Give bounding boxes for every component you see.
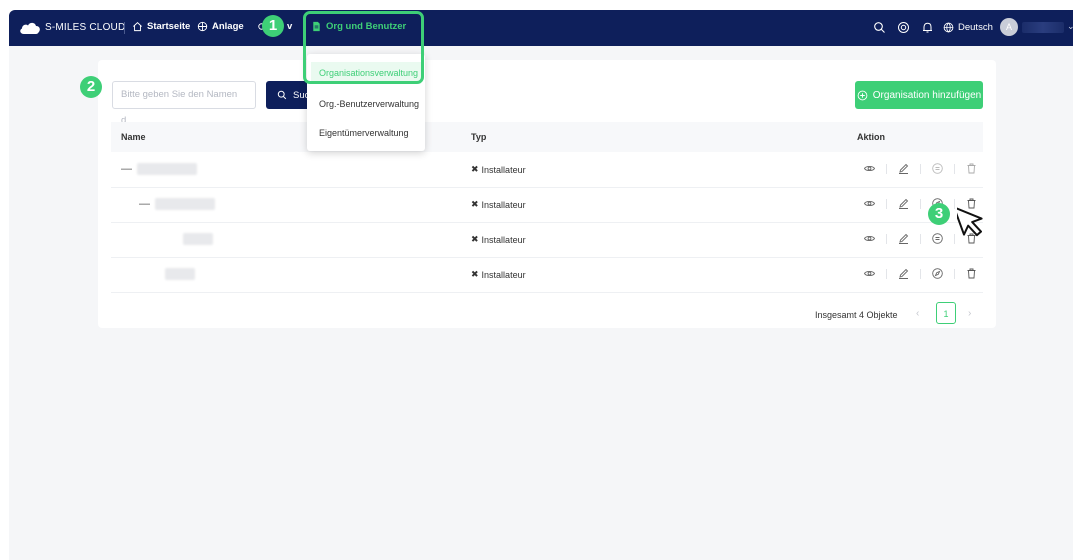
language-selector[interactable]: Deutsch (943, 22, 993, 33)
brand-divider (124, 22, 125, 34)
type-cell: ✖ Installateur (471, 269, 526, 280)
edit-icon[interactable] (897, 162, 910, 175)
view-icon[interactable] (863, 162, 876, 175)
page-1-button[interactable]: 1 (936, 302, 956, 324)
type-cell: ✖ Installateur (471, 199, 526, 210)
action-divider (920, 233, 921, 244)
nav-label: Anlage (212, 21, 244, 32)
column-header-typ: Typ (471, 132, 487, 142)
type-label: Installateur (481, 199, 526, 210)
bell-icon[interactable] (921, 21, 934, 34)
edit-icon[interactable] (897, 232, 910, 245)
table-row: — ✖ Installateur (111, 187, 983, 223)
organisation-panel: Bitte geben Sie den Namen d... Suc Organ… (98, 60, 996, 328)
action-divider (886, 198, 887, 209)
action-divider (954, 233, 955, 244)
type-cell: ✖ Installateur (471, 164, 526, 175)
action-divider (954, 268, 955, 279)
delete-icon[interactable] (965, 267, 978, 280)
search-input[interactable]: Bitte geben Sie den Namen d... (112, 81, 256, 126)
action-divider (954, 198, 955, 209)
organisation-name-redacted (155, 198, 215, 210)
brand-name: S-MILES CLOUD (45, 22, 126, 33)
chevron-right-icon[interactable]: › (968, 308, 971, 319)
organisation-name-redacted (165, 268, 195, 280)
menu-item-eigentuemerverwaltung[interactable]: Eigentümerverwaltung (311, 122, 421, 144)
view-icon[interactable] (863, 267, 876, 280)
column-header-name: Name (121, 132, 146, 142)
delete-icon[interactable] (965, 162, 978, 175)
plus-circle-icon (857, 90, 868, 100)
action-divider (920, 198, 921, 209)
row-actions (863, 267, 978, 280)
pagination-total: Insgesamt 4 Objekte (815, 310, 898, 320)
tools-icon: ✖ (471, 199, 479, 209)
tools-icon: ✖ (471, 234, 479, 244)
nav-anlage[interactable]: Anlage (197, 21, 244, 32)
action-divider (886, 233, 887, 244)
organisation-name-redacted (137, 163, 197, 175)
action-divider (954, 163, 955, 174)
app-window: S-MILES CLOUD Startseite Anlage v Org un… (9, 10, 1073, 560)
search-icon[interactable] (873, 21, 886, 34)
username-redacted[interactable] (1022, 22, 1064, 33)
edit-icon[interactable] (897, 197, 910, 210)
column-header-aktion: Aktion (857, 132, 885, 142)
collapse-toggle[interactable]: — (139, 198, 150, 210)
type-label: Installateur (481, 234, 526, 245)
tools-icon: ✖ (471, 269, 479, 279)
globe-icon (197, 21, 208, 32)
type-cell: ✖ Installateur (471, 234, 526, 245)
type-label: Installateur (481, 269, 526, 280)
nav-label: v (287, 21, 293, 32)
row-actions (863, 162, 978, 175)
organisation-name-redacted (183, 233, 213, 245)
view-icon[interactable] (863, 232, 876, 245)
action-divider (886, 268, 887, 279)
collapse-toggle[interactable]: — (121, 163, 132, 175)
callout-badge-1: 1 (262, 15, 284, 37)
globe-icon (943, 22, 954, 33)
home-icon (133, 22, 142, 32)
mouse-pointer-icon (957, 206, 983, 237)
callout-badge-2: 2 (80, 76, 102, 98)
add-organisation-button[interactable]: Organisation hinzufügen (855, 81, 983, 109)
manage-icon[interactable] (931, 162, 944, 175)
table-row: ✖ Installateur (111, 222, 983, 258)
edit-icon[interactable] (897, 267, 910, 280)
nav-label: Startseite (147, 21, 191, 32)
type-label: Installateur (481, 164, 526, 175)
action-divider (920, 163, 921, 174)
search-icon (277, 90, 287, 100)
action-divider (886, 163, 887, 174)
callout-badge-3: 3 (928, 203, 950, 225)
compass-icon[interactable] (931, 267, 944, 280)
manage-icon[interactable] (931, 232, 944, 245)
top-navigation-bar: S-MILES CLOUD Startseite Anlage v Org un… (9, 10, 1073, 46)
cloud-logo-icon (20, 22, 40, 34)
nav-startseite[interactable]: Startseite (132, 21, 190, 32)
menu-item-org-benutzerverwaltung[interactable]: Org.-Benutzerverwaltung (311, 93, 421, 115)
chevron-left-icon[interactable]: ‹ (916, 308, 919, 319)
table-row: — ✖ Installateur (111, 152, 983, 188)
table-header: Name Typ Aktion (111, 122, 983, 152)
highlight-box (303, 11, 424, 84)
view-icon[interactable] (863, 197, 876, 210)
table-row: ✖ Installateur (111, 257, 983, 293)
avatar[interactable]: A (1000, 18, 1018, 36)
action-divider (920, 268, 921, 279)
help-icon[interactable] (897, 21, 910, 34)
chevron-down-icon[interactable]: ⌄ (1067, 21, 1073, 32)
tools-icon: ✖ (471, 164, 479, 174)
language-label: Deutsch (958, 22, 993, 33)
add-button-label: Organisation hinzufügen (872, 89, 982, 101)
